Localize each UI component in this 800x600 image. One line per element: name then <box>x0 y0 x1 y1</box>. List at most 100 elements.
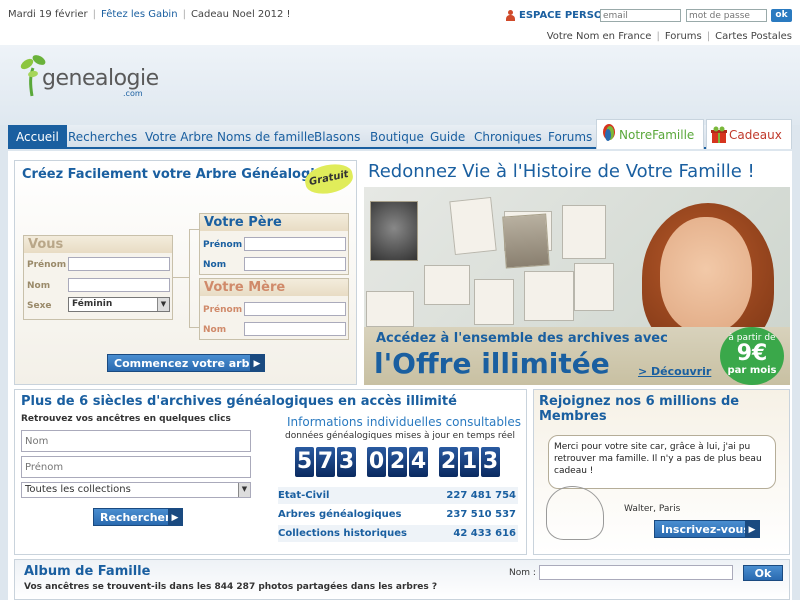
password-input[interactable] <box>686 9 767 22</box>
price-unit: par mois <box>727 365 777 376</box>
stat-row-arbres[interactable]: Arbres généalogiques 237 510 537 <box>278 506 518 523</box>
album-panel: Album de Famille Vos ancêtres se trouven… <box>14 559 790 600</box>
archives-subtitle: Retrouvez vos ancêtres en quelques clics <box>21 414 231 424</box>
logo-suffix: .com <box>123 89 143 98</box>
nav-noms-de-famille[interactable]: Noms de famille <box>217 125 315 149</box>
nav-forums[interactable]: Forums <box>548 125 592 149</box>
cartes-postales-link[interactable]: Cartes Postales <box>715 31 792 42</box>
nom-en-france-link[interactable]: Votre Nom en France <box>547 31 652 42</box>
fete-link[interactable]: Fêtez les Gabin <box>101 9 178 20</box>
counter-digit: 4 <box>409 447 428 477</box>
date-label: Mardi 19 février <box>8 9 88 20</box>
collections-select[interactable]: Toutes les collections ▼ <box>21 482 251 498</box>
nav-guide[interactable]: Guide <box>430 125 465 149</box>
counter-digit: 2 <box>439 447 458 477</box>
vous-prenom-input[interactable] <box>68 257 170 271</box>
user-icon <box>505 10 516 21</box>
nav-chroniques[interactable]: Chroniques <box>474 125 542 149</box>
nav-notre-famille[interactable]: NotreFamille <box>596 119 704 149</box>
promo-title: Redonnez Vie à l'Histoire de Votre Famil… <box>368 161 755 182</box>
sexe-value: Féminin <box>72 299 113 309</box>
archive-prenom-input[interactable] <box>21 456 251 478</box>
price-value: 9€ <box>736 341 768 366</box>
espace-perso-link[interactable]: ESPACE PERSO <box>505 10 602 21</box>
mere-nom-label: Nom <box>203 325 227 335</box>
stat-label: Etat-Civil <box>278 490 330 501</box>
mere-prenom-input[interactable] <box>244 302 346 316</box>
stat-row-collections[interactable]: Collections historiques 42 433 616 <box>278 525 518 542</box>
espace-perso-label: ESPACE PERSO <box>519 10 603 21</box>
membres-panel: Rejoignez nos 6 millions de Membres Merc… <box>533 389 790 555</box>
rechercher-label: Rechercher <box>100 511 171 524</box>
rechercher-button[interactable]: Rechercher ▶ <box>93 508 183 526</box>
album-nom-input[interactable] <box>539 565 733 580</box>
stat-row-etat-civil[interactable]: Etat-Civil 227 481 754 <box>278 487 518 504</box>
arrow-right-icon: ▶ <box>168 509 182 525</box>
nav-votre-arbre[interactable]: Votre Arbre <box>145 125 213 149</box>
profile-head-icon <box>546 486 604 540</box>
site-logo[interactable]: genealogie .com <box>18 50 159 100</box>
album-ok-button[interactable]: Ok <box>743 565 783 581</box>
vous-prenom-label: Prénom <box>27 260 67 270</box>
promo-line2: l'Offre illimitée <box>374 347 610 380</box>
vous-nom-input[interactable] <box>68 278 170 292</box>
inscrivez-vous-button[interactable]: Inscrivez-vous ▶ <box>654 520 760 538</box>
arbre-title: Créez Facilement votre Arbre Généalogiqu… <box>22 167 343 182</box>
mere-prenom-label: Prénom <box>203 305 243 315</box>
dropdown-arrow-icon: ▼ <box>157 298 169 311</box>
vous-sexe-label: Sexe <box>27 301 52 311</box>
main-content: Créez Facilement votre Arbre Généalogiqu… <box>8 151 792 600</box>
offre-illimitee-banner[interactable]: Accédez à l'ensemble des archives avec l… <box>364 187 790 385</box>
stat-value: 237 510 537 <box>446 509 516 520</box>
stat-label: Arbres généalogiques <box>278 509 402 520</box>
collections-value: Toutes les collections <box>25 484 131 495</box>
price-badge: à partir de 9€ par mois <box>720 327 784 385</box>
cadeau-link[interactable]: Cadeau Noel 2012 ! <box>191 9 291 20</box>
pere-prenom-label: Prénom <box>203 240 243 250</box>
counter-title: Informations individuelles consultables <box>287 415 521 429</box>
nav-boutique[interactable]: Boutique <box>370 125 424 149</box>
nav-cadeaux[interactable]: Cadeaux <box>706 119 792 149</box>
vous-box: Vous Prénom Nom Sexe Féminin ▼ <box>23 235 173 320</box>
nav-accueil[interactable]: Accueil <box>8 125 67 149</box>
counter-digit: 2 <box>388 447 407 477</box>
mere-heading: Votre Mère <box>200 279 348 296</box>
notre-famille-label: NotreFamille <box>619 128 695 142</box>
email-input[interactable] <box>600 9 681 22</box>
forums-top-link[interactable]: Forums <box>665 31 702 42</box>
archives-title: Plus de 6 siècles d'archives généalogiqu… <box>21 394 457 409</box>
archive-nom-input[interactable] <box>21 430 251 452</box>
pere-nom-input[interactable] <box>244 257 346 271</box>
commencez-arbre-button[interactable]: Commencez votre arbre ▶ <box>107 354 265 372</box>
album-nom-label: Nom : <box>509 568 536 578</box>
decouvrir-link[interactable]: > Découvrir <box>638 365 711 378</box>
arrow-right-icon: ▶ <box>250 355 264 371</box>
pere-nom-label: Nom <box>203 260 227 270</box>
mere-nom-input[interactable] <box>244 322 346 336</box>
counter-digit: 1 <box>460 447 479 477</box>
vous-nom-label: Nom <box>27 281 51 291</box>
nav-recherches[interactable]: Recherches <box>68 125 137 149</box>
arbre-panel: Créez Facilement votre Arbre Généalogiqu… <box>14 160 357 385</box>
soldier-photo <box>370 201 418 261</box>
counter-digit: 3 <box>337 447 356 477</box>
dropdown-arrow-icon: ▼ <box>238 483 250 497</box>
sexe-select[interactable]: Féminin ▼ <box>68 297 170 312</box>
counter-digit: 3 <box>481 447 500 477</box>
counter-digit: 7 <box>316 447 335 477</box>
pere-prenom-input[interactable] <box>244 237 346 251</box>
album-subtitle: Vos ancêtres se trouvent-ils dans les 84… <box>24 582 438 592</box>
commencez-label: Commencez votre arbre <box>114 357 263 370</box>
gratuit-badge: Gratuit <box>302 160 356 198</box>
mere-box: Votre Mère Prénom Nom <box>199 278 349 340</box>
top-bar: Mardi 19 février | Fêtez les Gabin | Cadeau … <box>0 0 800 45</box>
header: genealogie .com <box>0 45 800 125</box>
stat-value: 42 433 616 <box>453 528 516 539</box>
nav-blasons[interactable]: Blasons <box>314 125 360 149</box>
logo-text: genealogie <box>42 66 159 91</box>
login-ok-button[interactable]: ok <box>771 9 792 22</box>
promo-band: Accédez à l'ensemble des archives avec l… <box>364 327 790 385</box>
testimonial-author: Walter, Paris <box>624 504 681 514</box>
main-nav: Accueil Recherches Votre Arbre Noms de f… <box>8 119 792 149</box>
woman-face <box>660 217 752 333</box>
